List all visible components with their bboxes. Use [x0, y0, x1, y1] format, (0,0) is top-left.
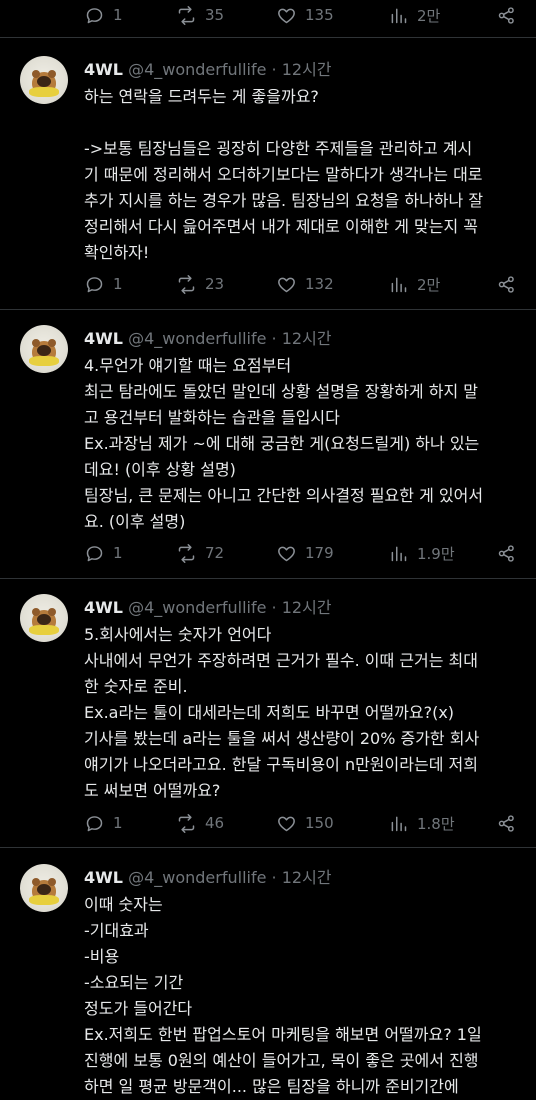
retweet-button[interactable]: 72 — [176, 543, 224, 564]
views-icon — [391, 8, 407, 23]
avatar[interactable] — [20, 325, 68, 373]
tweet-header: 4WL @4_wonderfullife · 12시간 — [84, 598, 332, 617]
views-icon — [391, 816, 407, 831]
retweet-count: 23 — [205, 275, 225, 293]
author-name[interactable]: 4WL — [84, 329, 123, 348]
tweet[interactable]: 4WL @4_wonderfullife · 12시간 4.무언가 얘기할 때는… — [0, 325, 536, 575]
author-handle[interactable]: @4_wonderfullife — [128, 60, 266, 79]
views-button[interactable]: 1.9만 — [388, 543, 455, 564]
like-button[interactable]: 150 — [276, 813, 334, 834]
retweet-count: 46 — [205, 814, 225, 832]
share-button[interactable] — [496, 5, 517, 26]
views-icon — [391, 277, 407, 292]
retweet-count: 72 — [205, 544, 225, 562]
reply-icon — [86, 545, 103, 561]
tweet-time[interactable]: 12시간 — [282, 598, 332, 617]
reply-button[interactable]: 1 — [84, 5, 123, 26]
author-handle[interactable]: @4_wonderfullife — [128, 868, 266, 887]
heart-icon — [278, 277, 295, 292]
tweet-actions: 1 23 132 2만 — [0, 270, 536, 298]
retweet-icon — [178, 543, 195, 563]
tweet-text: 이때 숫자는 -기대효과 -비용 -소요되는 기간 정도가 들어간다 Ex.저희… — [84, 895, 482, 1096]
reply-icon — [86, 7, 103, 23]
divider — [0, 847, 536, 848]
views-count: 2만 — [417, 275, 441, 294]
tweet-header: 4WL @4_wonderfullife · 12시간 — [84, 60, 332, 79]
heart-icon — [278, 816, 295, 831]
tweet-time[interactable]: 12시간 — [282, 60, 332, 79]
tweet-actions: 1 46 150 1.8만 — [0, 809, 536, 837]
tweet-text: 5.회사에서는 숫자가 언어다 사내에서 무언가 주장하려면 근거가 필수. 이… — [84, 625, 480, 800]
retweet-count: 35 — [205, 6, 225, 24]
retweet-button[interactable]: 46 — [176, 813, 224, 834]
author-handle[interactable]: @4_wonderfullife — [128, 598, 266, 617]
like-count: 150 — [305, 814, 334, 832]
tweet-actions: 1 72 179 1.9만 — [0, 539, 536, 567]
views-icon — [391, 546, 407, 561]
tweet-time[interactable]: 12시간 — [282, 329, 332, 348]
views-button[interactable]: 1.8만 — [388, 813, 455, 834]
divider — [0, 309, 536, 310]
author-name[interactable]: 4WL — [84, 60, 123, 79]
author-handle[interactable]: @4_wonderfullife — [128, 329, 266, 348]
views-button[interactable]: 2만 — [388, 274, 440, 295]
tweet[interactable]: 4WL @4_wonderfullife · 12시간 이때 숫자는 -기대효과… — [0, 864, 536, 1096]
reply-count: 1 — [113, 275, 123, 293]
tweet-header: 4WL @4_wonderfullife · 12시간 — [84, 329, 332, 348]
share-button[interactable] — [496, 543, 517, 564]
reply-button[interactable]: 1 — [84, 274, 123, 295]
tweet-text: 4.무언가 얘기할 때는 요점부터 최근 탐라에도 돌았던 말인데 상황 설명을… — [84, 356, 484, 531]
share-button[interactable] — [496, 274, 517, 295]
heart-icon — [278, 546, 295, 561]
retweet-icon — [178, 5, 195, 25]
reply-count: 1 — [113, 6, 123, 24]
avatar[interactable] — [20, 594, 68, 642]
heart-icon — [278, 8, 295, 23]
avatar[interactable] — [20, 864, 68, 912]
tweet-header: 4WL @4_wonderfullife · 12시간 — [84, 868, 332, 887]
retweet-icon — [178, 274, 195, 294]
reply-count: 1 — [113, 814, 123, 832]
reply-count: 1 — [113, 544, 123, 562]
author-name[interactable]: 4WL — [84, 598, 123, 617]
like-count: 179 — [305, 544, 334, 562]
reply-button[interactable]: 1 — [84, 543, 123, 564]
tweet[interactable]: 4WL @4_wonderfullife · 12시간 하는 연락을 드려두는 … — [0, 56, 536, 306]
share-icon — [498, 275, 514, 293]
divider — [0, 578, 536, 579]
share-button[interactable] — [496, 813, 517, 834]
like-count: 135 — [305, 6, 334, 24]
tweet-time[interactable]: 12시간 — [282, 868, 332, 887]
views-count: 1.8만 — [417, 814, 455, 833]
retweet-button[interactable]: 35 — [176, 5, 224, 26]
reply-icon — [86, 276, 103, 292]
tweet-actions-top: 1 35 135 2만 — [0, 1, 536, 29]
share-icon — [498, 544, 514, 562]
retweet-icon — [178, 813, 195, 833]
like-count: 132 — [305, 275, 334, 293]
views-count: 2만 — [417, 6, 441, 25]
like-button[interactable]: 135 — [276, 5, 334, 26]
tweet-text: 하는 연락을 드려두는 게 좋을까요? ->보통 팀장님들은 굉장히 다양한 주… — [84, 87, 484, 262]
views-count: 1.9만 — [417, 544, 455, 563]
tweet[interactable]: 4WL @4_wonderfullife · 12시간 5.회사에서는 숫자가 … — [0, 594, 536, 844]
author-name[interactable]: 4WL — [84, 868, 123, 887]
divider — [0, 37, 536, 38]
reply-icon — [86, 815, 103, 831]
avatar[interactable] — [20, 56, 68, 104]
views-button[interactable]: 2만 — [388, 5, 440, 26]
like-button[interactable]: 132 — [276, 274, 334, 295]
share-icon — [498, 814, 514, 832]
like-button[interactable]: 179 — [276, 543, 334, 564]
reply-button[interactable]: 1 — [84, 813, 123, 834]
share-icon — [498, 6, 514, 24]
retweet-button[interactable]: 23 — [176, 274, 224, 295]
